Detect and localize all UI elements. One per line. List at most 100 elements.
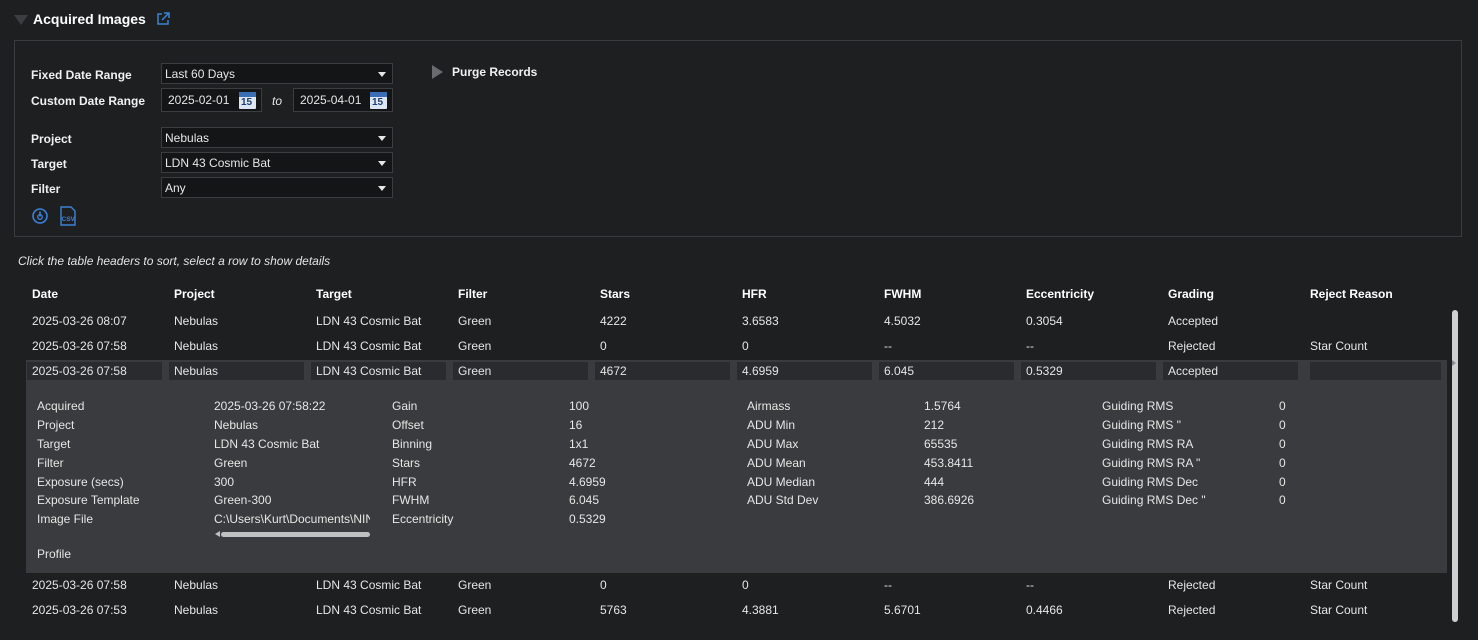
column-header-hfr[interactable]: HFR — [742, 287, 767, 301]
column-header-eccentricity[interactable]: Eccentricity — [1026, 287, 1094, 301]
purge-records-toggle[interactable]: Purge Records — [432, 65, 537, 79]
project-value: Nebulas — [165, 130, 210, 145]
detail-value: Nebulas — [214, 418, 259, 432]
scrollbar-thumb[interactable] — [1452, 310, 1458, 622]
detail-value: Green-300 — [214, 493, 272, 507]
cell-project: Nebulas — [174, 578, 219, 592]
cell-hfr: 0 — [742, 578, 749, 592]
column-header-target[interactable]: Target — [316, 287, 352, 301]
filter-select[interactable]: Any — [161, 177, 393, 198]
cell-target: LDN 43 Cosmic Bat — [316, 314, 422, 328]
cell-eccentricity: -- — [1026, 578, 1034, 592]
detail-label: Gain — [392, 399, 418, 413]
detail-value: 0 — [1279, 418, 1286, 432]
purge-records-label: Purge Records — [452, 65, 538, 79]
detail-label: Exposure (secs) — [37, 475, 124, 489]
scrollbar-thumb[interactable] — [221, 532, 370, 537]
chevron-down-icon — [378, 186, 386, 191]
detail-label: Guiding RMS Dec — [1102, 475, 1199, 489]
cell-date: 2025-03-26 08:07 — [32, 314, 127, 328]
cell-eccentricity: 0.4466 — [1026, 603, 1063, 617]
detail-value: 4.6959 — [569, 475, 606, 489]
detail-value: 6.045 — [569, 493, 600, 507]
scroll-left-icon[interactable] — [215, 531, 220, 537]
image-file-path[interactable]: C:\Users\Kurt\Documents\NIN — [214, 512, 370, 526]
detail-label: ADU Min — [747, 418, 796, 432]
detail-label: Exposure Template — [37, 493, 140, 507]
detail-value: 0 — [1279, 456, 1286, 470]
profile-label: Profile — [37, 547, 72, 561]
cell-fwhm: 6.045 — [879, 362, 1014, 380]
target-value: LDN 43 Cosmic Bat — [165, 155, 271, 170]
external-link-icon[interactable] — [156, 12, 170, 26]
detail-value: 0.5329 — [569, 512, 606, 526]
column-header-grading[interactable]: Grading — [1168, 287, 1214, 301]
fixed-date-range-select[interactable]: Last 60 Days — [161, 63, 393, 84]
svg-text:CSV: CSV — [62, 216, 76, 223]
chevron-down-icon — [378, 72, 386, 77]
cell-grading: Rejected — [1168, 578, 1216, 592]
scroll-marker-icon — [1452, 360, 1456, 366]
project-label: Project — [31, 132, 72, 146]
cell-hfr: 3.6583 — [742, 314, 779, 328]
date-to-picker[interactable]: 2025-04-01 15 — [293, 88, 393, 112]
image-file-scrollbar[interactable] — [215, 530, 370, 538]
cell-hfr: 4.3881 — [742, 603, 779, 617]
cell-filter: Green — [458, 603, 492, 617]
chevron-down-icon — [378, 161, 386, 166]
detail-value: 0 — [1279, 437, 1286, 451]
cell-date: 2025-03-26 07:58 — [32, 339, 127, 353]
cell-stars: 5763 — [600, 603, 627, 617]
cell-eccentricity: -- — [1026, 339, 1034, 353]
cell-stars: 4672 — [595, 362, 730, 380]
detail-label: FWHM — [392, 493, 430, 507]
table-hint: Click the table headers to sort, select … — [18, 254, 331, 268]
detail-label: Acquired — [37, 399, 85, 413]
detail-value: 1x1 — [569, 437, 589, 451]
target-select[interactable]: LDN 43 Cosmic Bat — [161, 152, 393, 173]
column-header-stars[interactable]: Stars — [600, 287, 630, 301]
fixed-date-range-label: Fixed Date Range — [31, 68, 132, 82]
cell-grading: Accepted — [1163, 362, 1298, 380]
collapse-caret-icon[interactable] — [14, 15, 28, 25]
section-header[interactable]: Acquired Images — [14, 9, 170, 29]
detail-label: Guiding RMS RA — [1102, 437, 1194, 451]
date-from-picker[interactable]: 2025-02-01 15 — [161, 88, 262, 112]
detail-label: Offset — [392, 418, 424, 432]
target-label: Target — [31, 157, 67, 171]
detail-value: 0 — [1279, 475, 1286, 489]
fixed-date-range-value: Last 60 Days — [165, 66, 236, 81]
csv-export-icon[interactable]: CSV — [59, 206, 77, 226]
detail-value: 444 — [924, 475, 945, 489]
detail-label: ADU Median — [747, 475, 816, 489]
cell-stars: 0 — [600, 578, 607, 592]
cell-fwhm: -- — [884, 339, 892, 353]
column-header-reject-reason[interactable]: Reject Reason — [1310, 287, 1393, 301]
filter-value: Any — [165, 180, 186, 195]
cell-date: 2025-03-26 07:58 — [27, 362, 162, 380]
column-header-project[interactable]: Project — [174, 287, 215, 301]
calendar-icon[interactable]: 15 — [239, 92, 256, 109]
date-to-label: to — [272, 94, 283, 108]
detail-label: Project — [37, 418, 75, 432]
cell-reject-reason — [1310, 362, 1441, 380]
project-select[interactable]: Nebulas — [161, 127, 393, 148]
cell-project: Nebulas — [174, 339, 219, 353]
cell-filter: Green — [458, 578, 492, 592]
detail-value: LDN 43 Cosmic Bat — [214, 437, 320, 451]
cell-filter: Green — [458, 314, 492, 328]
detail-label: Filter — [37, 456, 64, 470]
calendar-icon[interactable]: 15 — [370, 92, 387, 109]
detail-label: Guiding RMS " — [1102, 418, 1181, 432]
detail-value: 300 — [214, 475, 235, 489]
cell-project: Nebulas — [174, 603, 219, 617]
detail-label: Target — [37, 437, 71, 451]
refresh-icon[interactable] — [31, 207, 49, 225]
column-header-filter[interactable]: Filter — [458, 287, 487, 301]
detail-label: Eccentricity — [392, 512, 454, 526]
column-header-fwhm[interactable]: FWHM — [884, 287, 921, 301]
cell-stars: 0 — [600, 339, 607, 353]
table-vertical-scrollbar[interactable] — [1451, 310, 1459, 622]
column-header-date[interactable]: Date — [32, 287, 58, 301]
cell-eccentricity: 0.5329 — [1021, 362, 1156, 380]
